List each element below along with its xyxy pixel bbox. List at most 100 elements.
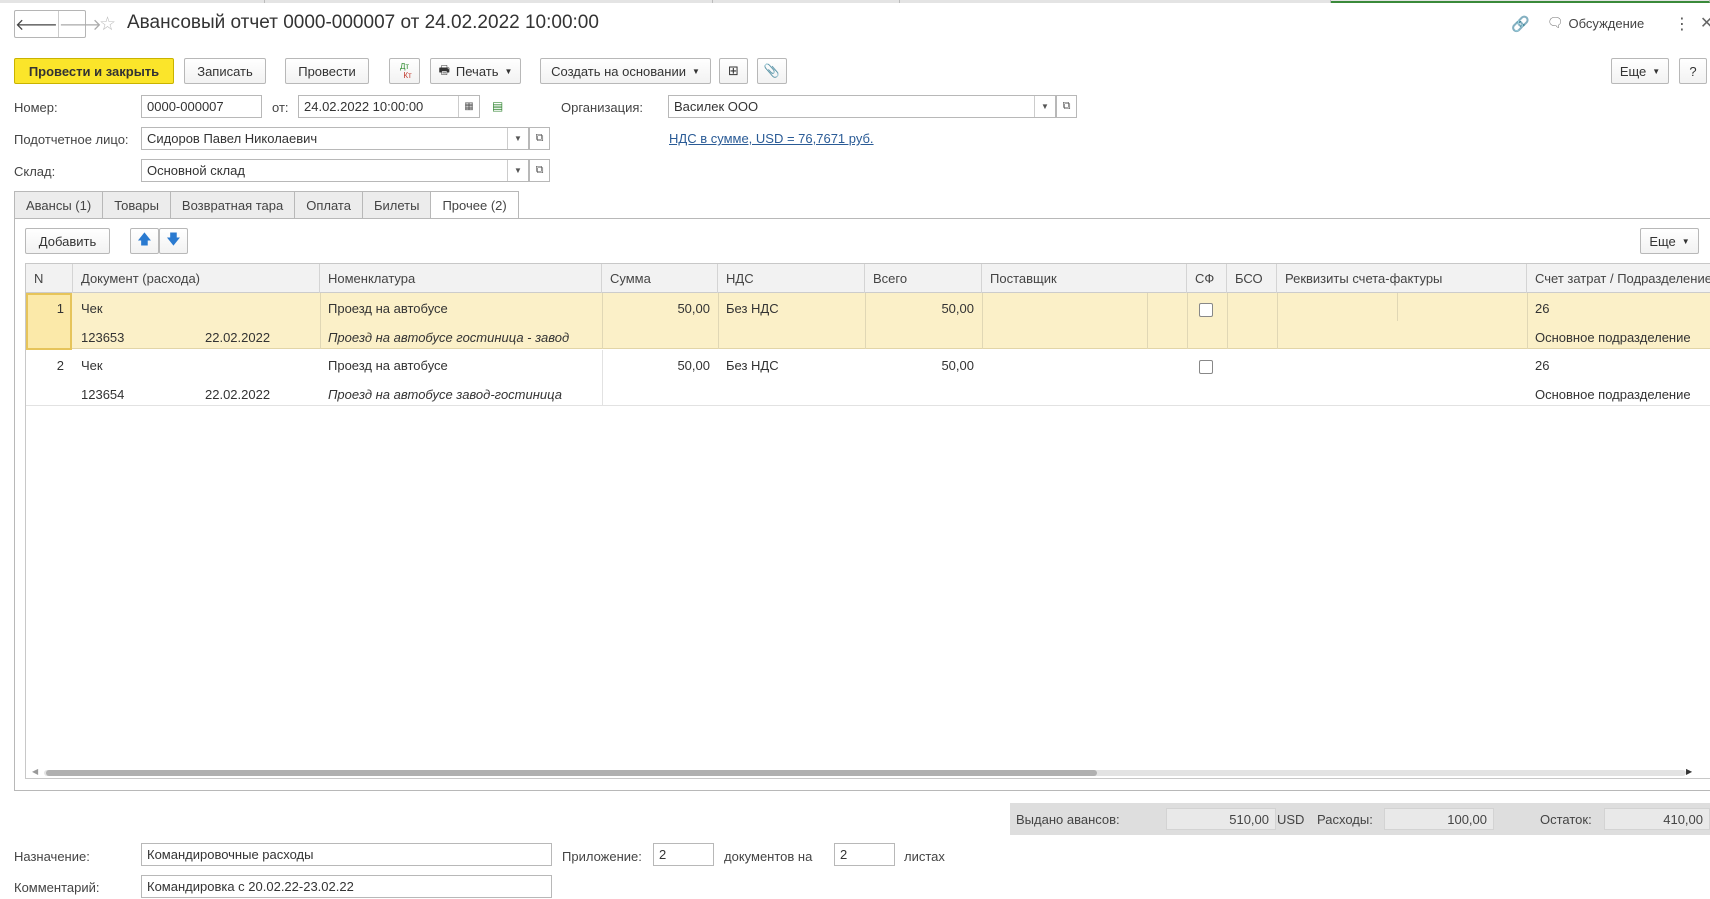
row-number: 2 [56, 358, 64, 373]
col-header-bso[interactable]: БСО [1227, 264, 1277, 293]
currency-label: USD [1277, 812, 1305, 827]
date-field[interactable]: 24.02.2022 10:00:00 ▦ [298, 95, 480, 118]
save-button[interactable]: Записать [184, 58, 266, 84]
table-header: N Документ (расхода) Номенклатура Сумма … [26, 264, 1710, 293]
col-header-sum[interactable]: Сумма [602, 264, 718, 293]
chevron-down-icon: ▼ [1681, 236, 1690, 246]
chevron-down-icon: ▼ [504, 66, 513, 76]
col-header-n[interactable]: N [26, 264, 73, 293]
col-header-invoice-details[interactable]: Реквизиты счета-фактуры [1277, 264, 1527, 293]
favorite-star-icon[interactable]: ☆ [99, 13, 116, 36]
balance-value: 410,00 [1604, 808, 1710, 830]
sheets-field[interactable]: 2 [834, 843, 895, 866]
help-button[interactable]: ? [1679, 58, 1707, 84]
table-more-button[interactable]: Еще ▼ [1640, 228, 1699, 254]
scrollbar-thumb[interactable] [46, 770, 1097, 776]
col-header-document[interactable]: Документ (расхода) [73, 264, 320, 293]
totals-bar: Выдано авансов: 510,00 USD Расходы: 100,… [1010, 803, 1710, 835]
warehouse-field[interactable]: Основной склад ▼ [141, 159, 529, 182]
vat-link[interactable]: НДС в сумме, USD = 76,7671 руб. [669, 131, 874, 146]
expenses-value: 100,00 [1384, 808, 1494, 830]
tab-tickets[interactable]: Билеты [361, 191, 431, 219]
dt-icon: Дт [399, 62, 410, 71]
number-field[interactable]: 0000-000007 [141, 95, 262, 118]
sf-checkbox[interactable] [1199, 303, 1213, 317]
total: 50,00 [941, 301, 974, 316]
purpose-label: Назначение: [14, 849, 90, 864]
tab-goods[interactable]: Товары [102, 191, 170, 219]
sf-checkbox[interactable] [1199, 360, 1213, 374]
move-down-icon[interactable]: 🡇 [159, 228, 188, 254]
organization-field[interactable]: Василек ООО ▼ [668, 95, 1056, 118]
scroll-left-icon[interactable]: ◀ [32, 767, 38, 776]
more-button[interactable]: Еще ▼ [1611, 58, 1669, 84]
chevron-down-icon[interactable]: ▼ [507, 128, 528, 149]
cost-account: 26 [1535, 301, 1550, 316]
doc-number: 123654 [81, 387, 125, 402]
document-history-icon[interactable]: ▤ [492, 99, 503, 113]
open-warehouse-icon[interactable]: ⧉ [529, 159, 550, 182]
vat-rate: Без НДС [726, 301, 779, 316]
chevron-down-icon[interactable]: ▼ [1034, 96, 1055, 117]
col-header-cost-account[interactable]: Счет затрат / Подразделение [1527, 264, 1710, 293]
kt-icon: Кт [403, 71, 412, 80]
table-more-label: Еще [1649, 233, 1676, 249]
expenses-table: N Документ (расхода) Номенклатура Сумма … [25, 263, 1710, 779]
docs-on-label: документов на [724, 849, 813, 864]
number-label: Номер: [14, 100, 58, 115]
doc-date: 22.02.2022 [205, 330, 271, 345]
post-and-close-button[interactable]: Провести и закрыть [14, 58, 174, 84]
horizontal-scrollbar[interactable]: ◀ ▶ [26, 766, 1710, 778]
create-based-label: Создать на основании [551, 63, 686, 79]
accountable-person-label: Подотчетное лицо: [14, 132, 129, 147]
window-tab-strip [0, 0, 1710, 3]
accountable-person-value: Сидоров Павел Николаевич [147, 131, 318, 146]
add-button[interactable]: Добавить [25, 228, 110, 254]
create-based-on-button[interactable]: Создать на основании ▼ [540, 58, 711, 84]
comment-field[interactable]: Командировка с 20.02.22-23.02.22 [141, 875, 552, 898]
col-header-nomenclature[interactable]: Номенклатура [320, 264, 602, 293]
nomenclature: Проезд на автобусе [328, 301, 448, 316]
open-person-icon[interactable]: ⧉ [529, 127, 550, 150]
open-organization-icon[interactable]: ⧉ [1056, 95, 1077, 118]
discussion-button[interactable]: 🗨 Обсуждение [1547, 15, 1644, 31]
dt-kt-button[interactable]: Дт Кт [389, 58, 420, 84]
balance-label: Остаток: [1540, 812, 1592, 827]
col-header-total[interactable]: Всего [865, 264, 982, 293]
close-icon[interactable]: ✕ [1700, 13, 1710, 33]
nomenclature: Проезд на автобусе [328, 358, 448, 373]
structure-icon[interactable]: ⊞ [719, 58, 748, 84]
sum: 50,00 [677, 301, 710, 316]
post-button[interactable]: Провести [285, 58, 369, 84]
cost-account: 26 [1535, 358, 1550, 373]
tab-advances[interactable]: Авансы (1) [14, 191, 103, 219]
back-arrow-icon[interactable]: 🡐 [15, 11, 58, 37]
chevron-down-icon: ▼ [691, 66, 700, 76]
tab-returnable-packaging[interactable]: Возвратная тара [169, 191, 295, 219]
nomenclature-description: Проезд на автобусе завод-гостиница [328, 387, 562, 402]
discussion-label: Обсуждение [1568, 15, 1645, 31]
chevron-down-icon[interactable]: ▼ [507, 160, 528, 181]
calendar-icon[interactable]: ▦ [458, 96, 479, 117]
attachment-label: Приложение: [562, 849, 642, 864]
link-icon[interactable]: 🔗 [1511, 15, 1530, 33]
purpose-field[interactable]: Командировочные расходы [141, 843, 552, 866]
move-up-icon[interactable]: 🡅 [130, 228, 159, 254]
paperclip-icon[interactable]: 📎 [757, 58, 787, 84]
col-header-sf[interactable]: СФ [1187, 264, 1227, 293]
navigation-buttons: 🡐 🡒 [14, 10, 102, 38]
col-header-supplier[interactable]: Поставщик [982, 264, 1187, 293]
doc-number: 123653 [81, 330, 125, 345]
forward-arrow-icon[interactable]: 🡒 [57, 11, 102, 37]
print-button[interactable]: 🖶 Печать ▼ [430, 58, 521, 84]
more-vertical-icon[interactable]: ⋮ [1674, 14, 1690, 34]
col-header-vat[interactable]: НДС [718, 264, 865, 293]
total: 50,00 [941, 358, 974, 373]
tab-payment[interactable]: Оплата [294, 191, 362, 219]
attachment-field[interactable]: 2 [653, 843, 714, 866]
chevron-down-icon: ▼ [1652, 66, 1661, 76]
scroll-right-icon[interactable]: ▶ [1686, 767, 1692, 776]
tab-other[interactable]: Прочее (2) [430, 191, 519, 220]
accountable-person-field[interactable]: Сидоров Павел Николаевич ▼ [141, 127, 529, 150]
print-label: Печать [455, 63, 499, 79]
